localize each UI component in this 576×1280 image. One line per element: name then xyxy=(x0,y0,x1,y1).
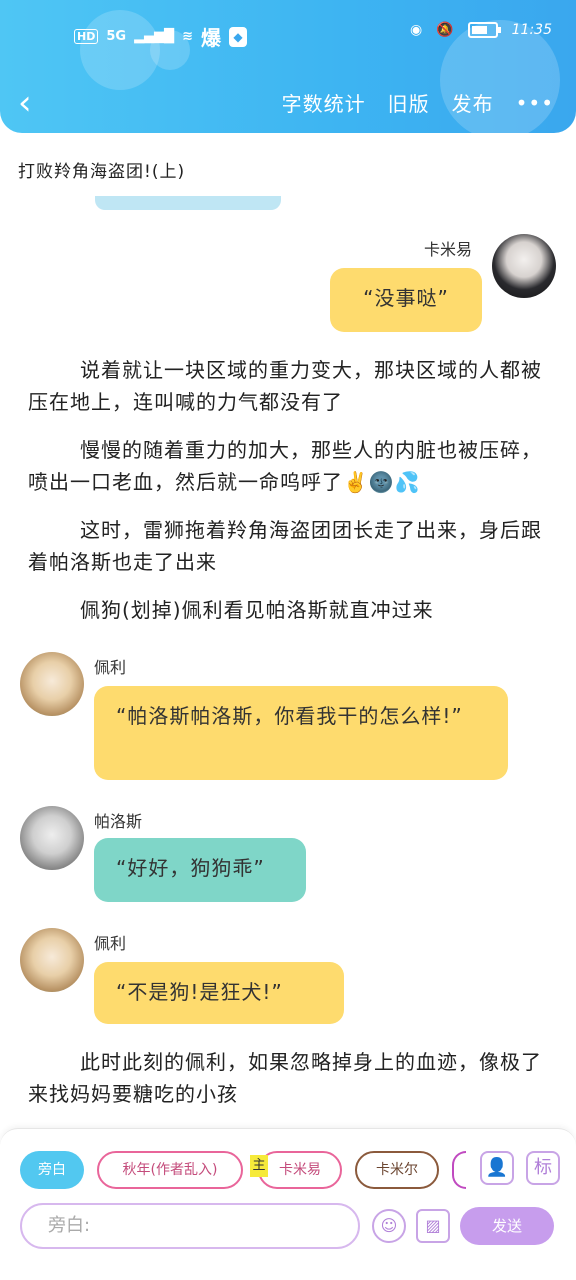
publish-button[interactable]: 发布 xyxy=(452,88,494,117)
avatar[interactable] xyxy=(20,806,84,870)
signal-bars-icon: ▂▄▆█ xyxy=(134,29,175,44)
narration-paragraph: 此时此刻的佩利，如果忽略掉身上的血迹，像极了来找妈妈要糖吃的小孩 xyxy=(28,1050,542,1106)
speaker-name: 帕洛斯 xyxy=(94,812,143,831)
old-version-button[interactable]: 旧版 xyxy=(388,88,430,117)
main-role-tag: 主 xyxy=(250,1155,268,1177)
chat-bubble-partial xyxy=(95,196,281,210)
chat-bubble: “不是狗!是狂犬!” xyxy=(94,962,344,1024)
send-button[interactable]: 发送 xyxy=(460,1207,554,1245)
chat-bubble: “帕洛斯帕洛斯，你看我干的怎么样!” xyxy=(94,686,508,780)
status-bar: HD 5G ▂▄▆█ ≋ 爆 ◆ ◉ 🔕 11:35 xyxy=(0,18,576,54)
speaker-name: 卡米易 xyxy=(424,240,473,259)
avatar[interactable] xyxy=(20,652,84,716)
fire-icon: 爆 xyxy=(200,26,221,50)
narration-paragraph: 慢慢的随着重力的加大，那些人的内脏也被压碎，喷出一口老血，然后就一命呜呼了✌️🌚… xyxy=(28,438,542,494)
word-count-button[interactable]: 字数统计 xyxy=(282,88,366,117)
top-header: HD 5G ▂▄▆█ ≋ 爆 ◆ ◉ 🔕 11:35 ‹ 字数统计 旧版 发布 … xyxy=(0,0,576,133)
signal-label: 5G xyxy=(106,29,127,44)
chat-bubble: “好好，狗狗乖” xyxy=(94,838,306,902)
image-icon[interactable]: ▨ xyxy=(416,1209,450,1243)
speaker-name: 佩利 xyxy=(94,934,127,953)
nav-bar: ‹ 字数统计 旧版 发布 ••• xyxy=(0,82,576,126)
narration-paragraph: 这时，雷狮拖着羚角海盗团团长走了出来，身后跟着帕洛斯也走了出来 xyxy=(28,518,542,574)
role-chip-narration[interactable]: 旁白 xyxy=(20,1151,84,1189)
network-badge: HD xyxy=(74,29,99,44)
role-chip-label: 卡米易 xyxy=(279,1162,321,1178)
tag-icon[interactable]: 标 xyxy=(526,1151,560,1185)
role-chip-more[interactable] xyxy=(452,1151,466,1189)
wifi-icon: ≋ xyxy=(182,29,193,44)
chapter-title: 打败羚角海盗团!(上) xyxy=(18,162,186,182)
shield-icon: ◆ xyxy=(228,26,247,47)
role-chip-kamiyi[interactable]: 卡米易 xyxy=(258,1151,342,1189)
mute-bell-icon: 🔕 xyxy=(436,22,454,38)
character-icon[interactable]: 👤 xyxy=(480,1151,514,1185)
role-chip-autumn[interactable]: 秋年(作者乱入) xyxy=(97,1151,243,1189)
chat-bubble: “没事哒” xyxy=(330,268,482,332)
composer-panel: 旁白 秋年(作者乱入) 卡米易 主 卡米尔 👤 标 旁白: ☺ ▨ 发送 xyxy=(0,1128,576,1280)
emoji-icon[interactable]: ☺ xyxy=(372,1209,406,1243)
role-chip-kamier[interactable]: 卡米尔 xyxy=(355,1151,439,1189)
message-input[interactable]: 旁白: xyxy=(20,1203,360,1249)
narration-paragraph: 说着就让一块区域的重力变大，那块区域的人都被压在地上，连叫喊的力气都没有了 xyxy=(28,358,542,414)
chevron-left-icon: ‹ xyxy=(18,83,32,123)
more-icon[interactable]: ••• xyxy=(516,91,554,115)
eye-icon: ◉ xyxy=(409,22,423,38)
avatar[interactable] xyxy=(20,928,84,992)
speaker-name: 佩利 xyxy=(94,658,127,677)
battery-icon xyxy=(467,22,501,38)
narration-paragraph: 佩狗(划掉)佩利看见帕洛斯就直冲过来 xyxy=(80,598,434,622)
clock: 11:35 xyxy=(511,22,552,38)
avatar[interactable] xyxy=(492,234,556,298)
back-button[interactable]: ‹ xyxy=(18,84,32,122)
